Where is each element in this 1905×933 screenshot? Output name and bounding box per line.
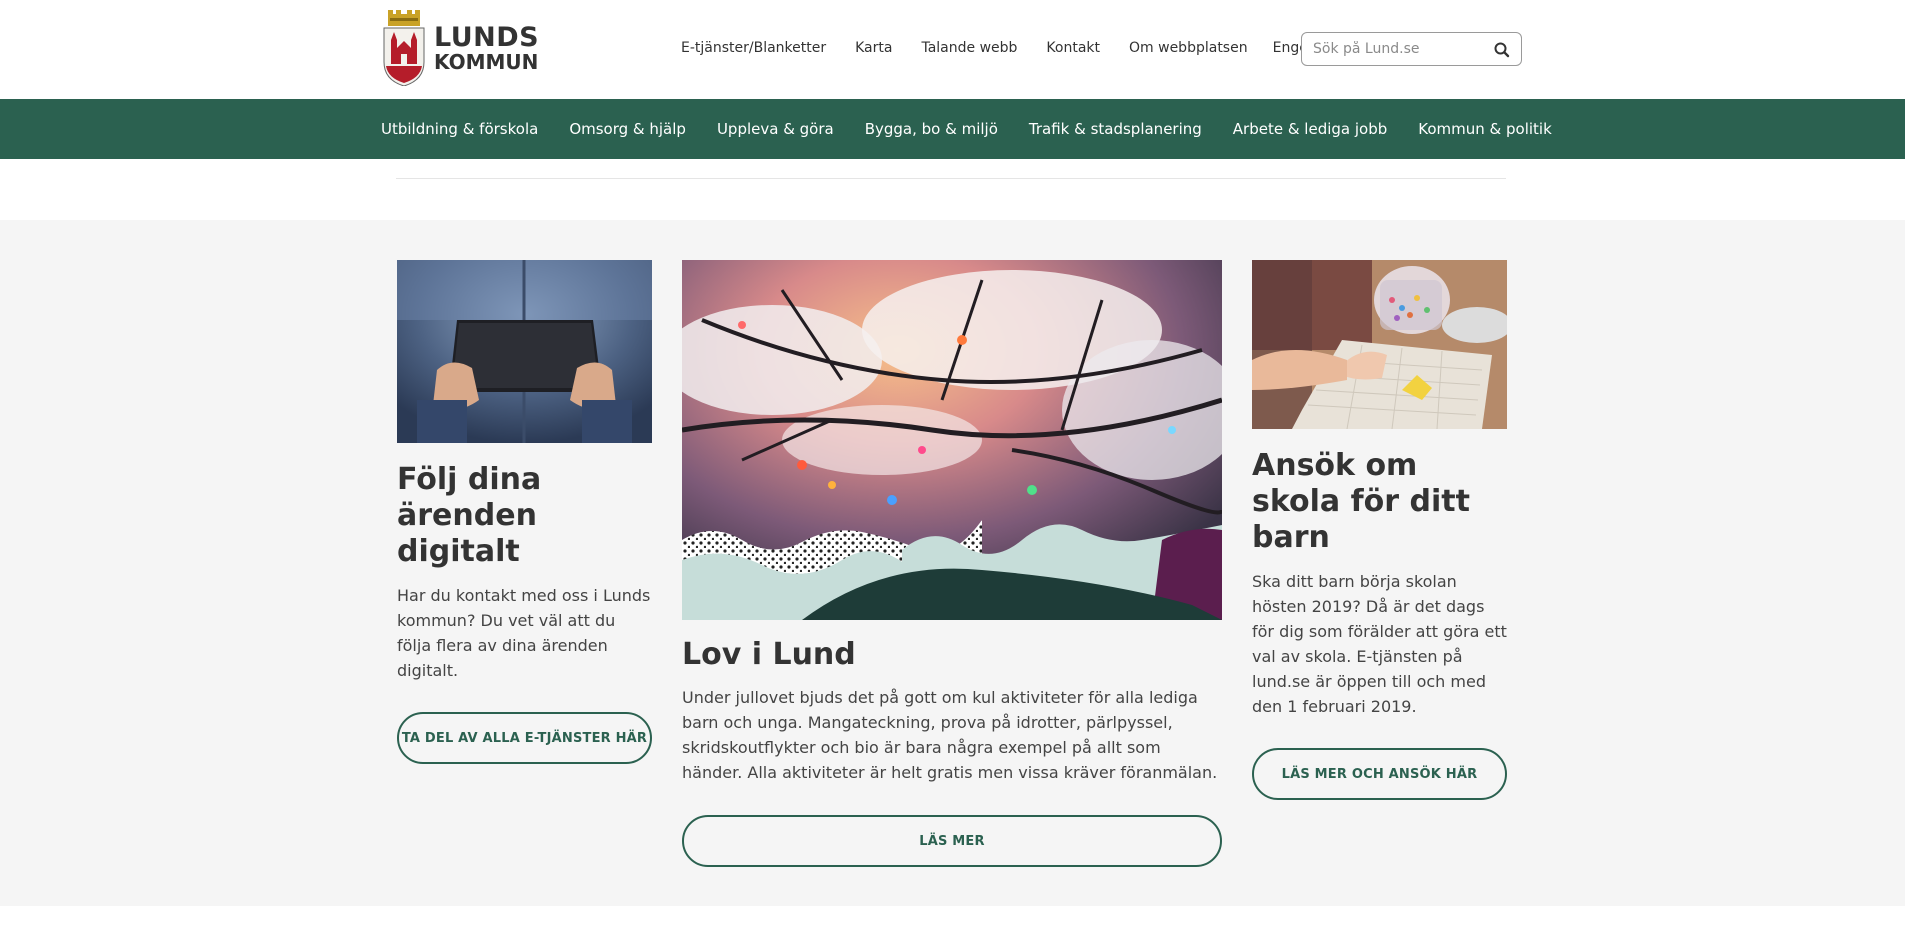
search-input[interactable] — [1313, 34, 1493, 64]
nav-item-uppleva[interactable]: Uppleva & göra — [717, 120, 834, 138]
teaser-card-skola: Ansök om skola för ditt barn Ska ditt ba… — [1252, 260, 1507, 800]
nav-item-trafik[interactable]: Trafik & stadsplanering — [1029, 120, 1202, 138]
nav-item-kommun[interactable]: Kommun & politik — [1418, 120, 1552, 138]
main-nav: Utbildning & förskola Omsorg & hjälp Upp… — [0, 99, 1905, 159]
utility-nav: E-tjänster/Blanketter Karta Talande webb… — [681, 40, 1335, 56]
e-tjanster-button[interactable]: TA DEL AV ALLA E-TJÄNSTER HÄR — [397, 712, 652, 764]
util-link-e-tjanster[interactable]: E-tjänster/Blanketter — [681, 40, 826, 56]
teaser-card-lov-i-lund: Lov i Lund Under jullovet bjuds det på g… — [682, 260, 1222, 867]
child-beads-image[interactable] — [1252, 260, 1507, 429]
coat-of-arms-icon — [383, 10, 425, 86]
nav-item-arbete[interactable]: Arbete & lediga jobb — [1233, 120, 1387, 138]
christmas-lights-snow-image[interactable] — [682, 260, 1222, 620]
util-link-karta[interactable]: Karta — [855, 40, 892, 56]
logo-line-2: KOMMUN — [434, 50, 539, 74]
card-text: Under jullovet bjuds det på gott om kul … — [682, 688, 1218, 782]
tablet-hands-image[interactable] — [397, 260, 652, 443]
lunds-kommun-logo[interactable]: LUNDS KOMMUN — [382, 10, 539, 86]
card-text: Ska ditt barn börja skolan hösten 2019? … — [1252, 572, 1507, 716]
nav-item-omsorg[interactable]: Omsorg & hjälp — [569, 120, 686, 138]
site-header: LUNDS KOMMUN E-tjänster/Blanketter Karta… — [0, 0, 1905, 99]
card-title: Ansök om skola för ditt barn — [1252, 448, 1470, 555]
util-link-om-webbplatsen[interactable]: Om webbplatsen — [1129, 40, 1248, 56]
card-title: Följ dina ärenden digitalt — [397, 462, 542, 569]
nav-item-utbildning[interactable]: Utbildning & förskola — [381, 120, 538, 138]
card-title: Lov i Lund — [682, 637, 856, 672]
search-icon[interactable] — [1493, 41, 1511, 59]
search-box — [1301, 32, 1522, 66]
teaser-card-digital: Följ dina ärenden digitalt Har du kontak… — [397, 260, 652, 764]
card-text: Har du kontakt med oss i Lunds kommun? D… — [397, 586, 651, 680]
logo-line-1: LUNDS — [434, 22, 540, 53]
divider — [396, 178, 1506, 179]
util-link-kontakt[interactable]: Kontakt — [1046, 40, 1100, 56]
nav-item-bygga[interactable]: Bygga, bo & miljö — [865, 120, 998, 138]
logo-wordmark: LUNDS KOMMUN — [434, 24, 539, 72]
ansok-button[interactable]: LÄS MER OCH ANSÖK HÄR — [1252, 748, 1507, 800]
util-link-talande-webb[interactable]: Talande webb — [921, 40, 1017, 56]
las-mer-button[interactable]: LÄS MER — [682, 815, 1222, 867]
